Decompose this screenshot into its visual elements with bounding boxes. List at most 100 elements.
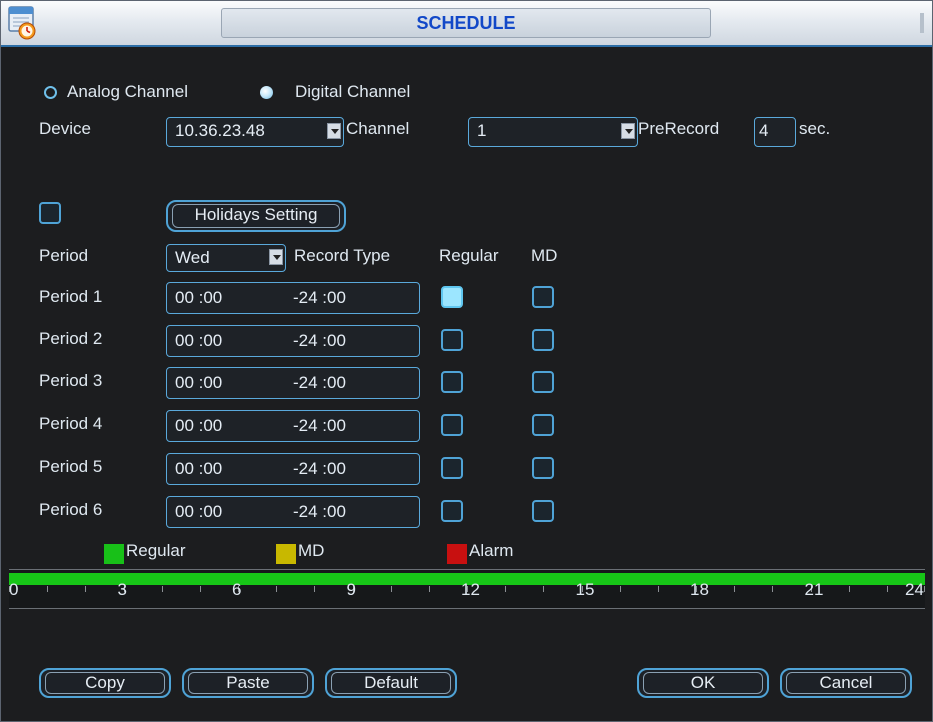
window-title: SCHEDULE bbox=[221, 8, 711, 38]
period-1-regular-checkbox[interactable] bbox=[441, 286, 463, 308]
prerecord-label: PreRecord bbox=[638, 119, 720, 138]
day-select[interactable]: Wed bbox=[166, 244, 286, 272]
period-4-end: -24 :00 bbox=[293, 416, 346, 435]
period-1-label: Period 1 bbox=[39, 287, 103, 306]
channel-label: Channel bbox=[346, 119, 410, 138]
title-grip bbox=[920, 13, 924, 33]
ok-label: OK bbox=[690, 673, 716, 692]
timeline-tick bbox=[85, 586, 87, 592]
prerecord-unit: sec. bbox=[799, 119, 831, 138]
period-6-end: -24 :00 bbox=[293, 502, 346, 521]
holidays-setting-button[interactable]: Holidays Setting bbox=[166, 200, 346, 232]
paste-label: Paste bbox=[226, 673, 270, 692]
copy-label: Copy bbox=[85, 673, 125, 692]
regular-header: Regular bbox=[439, 246, 499, 265]
timeline-hour-label: 24 bbox=[905, 580, 924, 599]
day-dropdown-arrow-icon[interactable] bbox=[269, 249, 283, 265]
timeline-tick bbox=[276, 586, 278, 592]
holidays-checkbox[interactable] bbox=[39, 202, 61, 224]
period-1-time-input[interactable]: 00 :00 -24 :00 bbox=[166, 282, 420, 314]
period-6-label: Period 6 bbox=[39, 500, 103, 519]
timeline-hour-label: 3 bbox=[117, 580, 127, 599]
default-label: Default bbox=[364, 673, 418, 692]
timeline-hour-label: 9 bbox=[346, 580, 356, 599]
timeline-tick bbox=[848, 586, 850, 592]
paste-button[interactable]: Paste bbox=[182, 668, 314, 698]
record-type-label: Record Type bbox=[294, 246, 391, 265]
period-label: Period bbox=[39, 246, 89, 265]
timeline-hour-label: 15 bbox=[575, 580, 595, 599]
period-1-start: 00 :00 bbox=[175, 288, 223, 307]
prerecord-value: 4 bbox=[759, 121, 769, 140]
timeline-tick bbox=[543, 586, 545, 592]
period-3-label: Period 3 bbox=[39, 371, 103, 390]
timeline-hour-label: 21 bbox=[804, 580, 824, 599]
timeline-tick bbox=[657, 586, 659, 592]
period-5-regular-checkbox[interactable] bbox=[441, 457, 463, 479]
channel-value: 1 bbox=[477, 121, 487, 140]
period-3-regular-checkbox[interactable] bbox=[441, 371, 463, 393]
timeline-tick bbox=[619, 586, 621, 592]
channel-dropdown-arrow-icon[interactable] bbox=[621, 123, 635, 139]
period-1-end: -24 :00 bbox=[293, 288, 346, 307]
channel-select[interactable]: 1 bbox=[468, 117, 638, 147]
ok-button[interactable]: OK bbox=[637, 668, 769, 698]
digital-channel-label: Digital Channel bbox=[295, 82, 411, 101]
period-3-md-checkbox[interactable] bbox=[532, 371, 554, 393]
legend-md-label: MD bbox=[298, 541, 325, 560]
timeline-hour-label: 6 bbox=[232, 580, 242, 599]
period-4-time-input[interactable]: 00 :00 -24 :00 bbox=[166, 410, 420, 442]
copy-button[interactable]: Copy bbox=[39, 668, 171, 698]
period-5-start: 00 :00 bbox=[175, 459, 223, 478]
cancel-label: Cancel bbox=[819, 673, 873, 692]
period-2-md-checkbox[interactable] bbox=[532, 329, 554, 351]
device-value: 10.36.23.48 bbox=[175, 121, 265, 140]
period-6-md-checkbox[interactable] bbox=[532, 500, 554, 522]
schedule-timeline[interactable]: 0 3 6 9 12 15 18 21 24 bbox=[9, 569, 925, 609]
timeline-tick bbox=[314, 586, 316, 592]
day-value: Wed bbox=[175, 248, 210, 267]
timeline-tick bbox=[428, 586, 430, 592]
title-bar[interactable]: SCHEDULE bbox=[1, 1, 932, 47]
device-label: Device bbox=[39, 119, 91, 138]
period-6-time-input[interactable]: 00 :00 -24 :00 bbox=[166, 496, 420, 528]
cancel-button[interactable]: Cancel bbox=[780, 668, 912, 698]
period-2-label: Period 2 bbox=[39, 329, 103, 348]
timeline-tick bbox=[734, 586, 736, 592]
legend-alarm-label: Alarm bbox=[469, 541, 514, 560]
period-4-md-checkbox[interactable] bbox=[532, 414, 554, 436]
analog-channel-radio[interactable] bbox=[44, 86, 57, 99]
period-5-label: Period 5 bbox=[39, 457, 103, 476]
timeline-tick bbox=[772, 586, 774, 592]
legend-regular-label: Regular bbox=[126, 541, 186, 560]
period-2-regular-checkbox[interactable] bbox=[441, 329, 463, 351]
timeline-tick bbox=[47, 586, 49, 592]
period-4-label: Period 4 bbox=[39, 414, 103, 433]
digital-channel-radio[interactable] bbox=[260, 86, 273, 99]
timeline-tick bbox=[161, 586, 163, 592]
device-dropdown-arrow-icon[interactable] bbox=[327, 123, 341, 139]
period-2-end: -24 :00 bbox=[293, 331, 346, 350]
period-2-start: 00 :00 bbox=[175, 331, 223, 350]
period-2-time-input[interactable]: 00 :00 -24 :00 bbox=[166, 325, 420, 357]
timeline-hour-label: 0 bbox=[9, 580, 19, 599]
period-3-end: -24 :00 bbox=[293, 373, 346, 392]
legend-alarm-swatch bbox=[447, 544, 467, 564]
holidays-setting-label: Holidays Setting bbox=[194, 205, 318, 224]
legend-regular-swatch bbox=[104, 544, 124, 564]
period-5-md-checkbox[interactable] bbox=[532, 457, 554, 479]
md-header: MD bbox=[531, 246, 558, 265]
default-button[interactable]: Default bbox=[325, 668, 457, 698]
period-5-time-input[interactable]: 00 :00 -24 :00 bbox=[166, 453, 420, 485]
period-3-time-input[interactable]: 00 :00 -24 :00 bbox=[166, 367, 420, 399]
period-4-regular-checkbox[interactable] bbox=[441, 414, 463, 436]
legend-md-swatch bbox=[276, 544, 296, 564]
timeline-tick bbox=[505, 586, 507, 592]
device-select[interactable]: 10.36.23.48 bbox=[166, 117, 344, 147]
timeline-tick bbox=[390, 586, 392, 592]
timeline-tick bbox=[924, 586, 925, 592]
period-1-md-checkbox[interactable] bbox=[532, 286, 554, 308]
period-6-regular-checkbox[interactable] bbox=[441, 500, 463, 522]
schedule-calendar-clock-icon bbox=[8, 6, 36, 40]
prerecord-input[interactable]: 4 bbox=[754, 117, 796, 147]
